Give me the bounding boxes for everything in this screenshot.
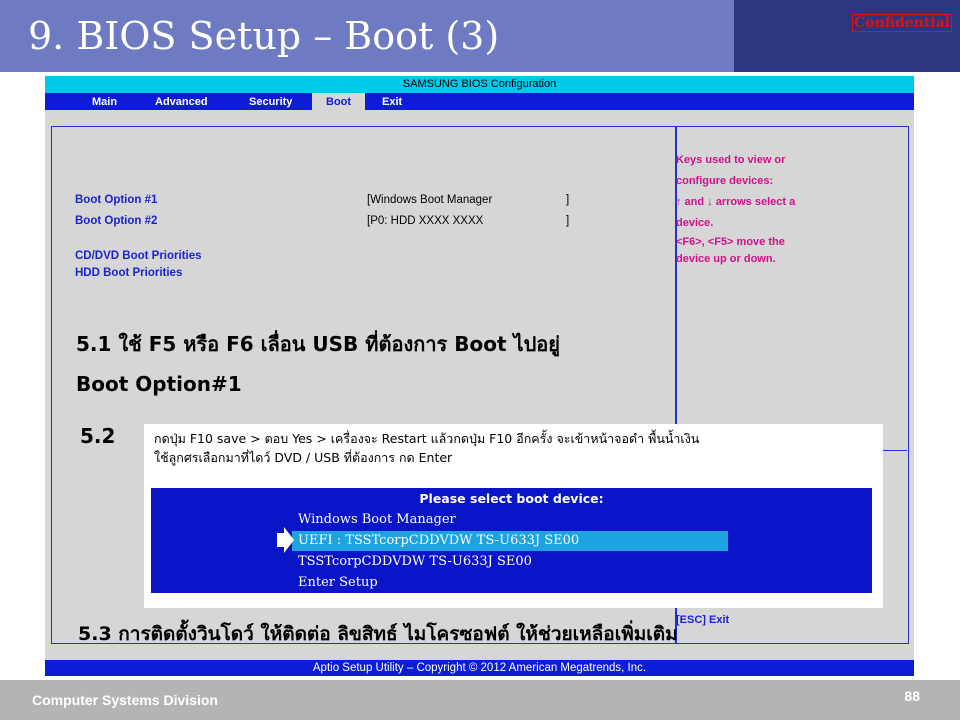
- cd-dvd-boot-priorities[interactable]: CD/DVD Boot Priorities: [75, 250, 202, 262]
- boot-menu-title: Please select boot device:: [419, 491, 604, 506]
- tab-main[interactable]: Main: [92, 93, 117, 110]
- help-line: device up or down.: [676, 253, 776, 265]
- pointer-arrow-icon: [277, 527, 294, 553]
- help-line: ↑ and ↓ arrows select a: [676, 196, 796, 208]
- step-5-1-text: 5.1 ใช้ F5 หรือ F6 เลื่อน USB ที่ต้องการ…: [76, 332, 560, 356]
- bios-menu-bar: Main Advanced Security Boot Exit: [45, 93, 914, 110]
- bios-title: SAMSUNG BIOS Configuration: [45, 76, 914, 93]
- slide-footer: Computer Systems Division 88: [0, 680, 960, 720]
- boot-option-1-value[interactable]: [Windows Boot Manager: [367, 194, 492, 206]
- step-5-2-number: 5.2: [80, 424, 116, 448]
- hdd-boot-priorities[interactable]: HDD Boot Priorities: [75, 267, 182, 279]
- step-5-2-line-1: กดปุ่ม F10 save > ตอบ Yes > เครื่องจะ Re…: [154, 431, 700, 446]
- page-number: 88: [904, 688, 920, 704]
- boot-option-2-label[interactable]: Boot Option #2: [75, 215, 157, 227]
- boot-menu-screenshot: กดปุ่ม F10 save > ตอบ Yes > เครื่องจะ Re…: [144, 424, 883, 608]
- help-line: configure devices:: [676, 175, 774, 187]
- help-line: Keys used to view or: [676, 154, 786, 166]
- confidential-badge: Confidential: [852, 14, 952, 32]
- step-5-2-line-2: ใช้ลูกศรเลือกมาที่ไดว์ DVD / USB ที่ต้อง…: [154, 450, 453, 465]
- boot-device-item[interactable]: Enter Setup: [298, 573, 378, 593]
- boot-device-item[interactable]: Windows Boot Manager: [298, 510, 456, 530]
- boot-device-menu: Please select boot device: Windows Boot …: [151, 488, 872, 593]
- help-line: <F6>, <F5> move the: [676, 236, 785, 248]
- esc-exit-hint: [ESC] Exit: [676, 614, 730, 626]
- tab-boot[interactable]: Boot: [312, 93, 366, 110]
- tab-advanced[interactable]: Advanced: [155, 93, 208, 110]
- slide-header-accent: Confidential: [734, 0, 960, 72]
- division-label: Computer Systems Division: [32, 692, 218, 708]
- slide-header: 9. BIOS Setup – Boot (3): [0, 0, 734, 72]
- help-line: device.: [676, 217, 714, 229]
- boot-device-item-selected[interactable]: UEFI : TSSTcorpCDDVDW TS-U633J SE00: [298, 531, 579, 551]
- tab-security[interactable]: Security: [249, 93, 292, 110]
- help-panel: Keys used to view or configure devices: …: [676, 150, 876, 268]
- step-5-3-text: 5.3 การติดตั้งวินโดว์ ให้ติดต่อ ลิขสิทธ์…: [78, 623, 678, 645]
- slide-title: 9. BIOS Setup – Boot (3): [28, 14, 500, 58]
- tab-exit[interactable]: Exit: [382, 93, 402, 110]
- boot-option-1-close: ]: [566, 194, 570, 206]
- bios-footer: Aptio Setup Utility – Copyright © 2012 A…: [45, 660, 914, 676]
- step-5-1-continued: Boot Option#1: [76, 372, 242, 396]
- boot-option-1-label[interactable]: Boot Option #1: [75, 194, 157, 206]
- boot-device-item[interactable]: TSSTcorpCDDVDW TS-U633J SE00: [298, 552, 532, 572]
- boot-option-2-close: ]: [566, 215, 570, 227]
- boot-option-2-value[interactable]: [P0: HDD XXXX XXXX: [367, 215, 483, 227]
